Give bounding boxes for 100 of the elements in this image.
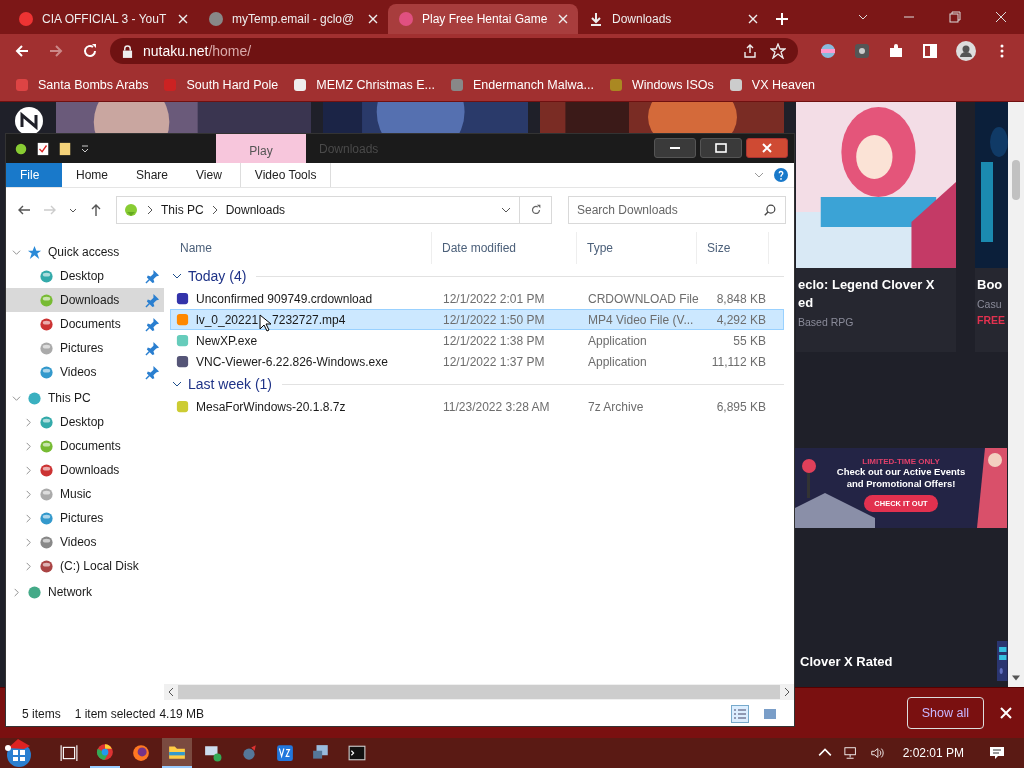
scroll-left-icon[interactable]	[168, 687, 174, 697]
nav-item[interactable]: Network	[6, 580, 164, 604]
large-icons-view-icon[interactable]	[762, 706, 778, 722]
new-tab-icon[interactable]	[776, 13, 788, 25]
pin-icon[interactable]	[145, 292, 160, 308]
scroll-right-icon[interactable]	[784, 687, 790, 697]
browser-tab[interactable]: Downloads	[578, 4, 768, 34]
site-icon	[208, 11, 224, 27]
help-icon[interactable]	[774, 168, 788, 182]
nav-item[interactable]: Desktop	[6, 264, 164, 288]
chevron-down-icon[interactable]	[499, 205, 513, 215]
clock[interactable]: 2:02:01 PM	[902, 746, 964, 760]
search-box[interactable]: Search Downloads	[568, 196, 786, 224]
close-icon[interactable]	[748, 14, 758, 24]
ribbon-tab[interactable]: View	[182, 163, 236, 187]
column-header[interactable]: Type	[577, 232, 697, 264]
ribbon-tab[interactable]: Video Tools	[239, 163, 332, 187]
taskbar-app[interactable]	[162, 738, 192, 768]
site-icon	[398, 11, 414, 27]
file-row[interactable]: VNC-Viewer-6.22.826-Windows.exe 12/1/2022 1:37 PM Application 11,112 KB	[170, 351, 784, 372]
bookmark[interactable]: Santa Bombs Arabs	[14, 76, 149, 93]
address-field[interactable]: This PC Downloads	[116, 196, 520, 224]
browser-tab[interactable]: myTemp.email - gclo@	[198, 4, 388, 34]
game-title[interactable]: ed	[798, 294, 952, 312]
column-header[interactable]: Date modified	[432, 232, 577, 264]
bookmark[interactable]: South Hard Pole	[162, 76, 279, 93]
pin-icon[interactable]	[145, 340, 160, 356]
nav-item[interactable]: Downloads	[6, 288, 164, 312]
file-name: Unconfirmed 909749.crdownload	[196, 291, 373, 306]
bookmark-icon	[292, 76, 309, 93]
game-title[interactable]: Clover X Rated	[800, 653, 893, 669]
game-card[interactable]: eclo: Legend Clover X ed Based RPG	[796, 102, 956, 352]
size-cell-text: 8,848 KB	[715, 291, 767, 306]
bookmark[interactable]: MEMZ Christmas E...	[292, 76, 435, 93]
ribbon-tab[interactable]: File	[6, 163, 62, 187]
nav-item[interactable]: Documents	[6, 434, 164, 458]
file-row[interactable]: lv_0_20221 7232727.mp4 12/1/2022 1:50 PM MP4 Video File (V... 4,292 KB	[170, 309, 784, 330]
browser-tab[interactable]: CIA OFFICIAL 3 - YouT	[8, 4, 198, 34]
nav-item[interactable]: Documents	[6, 312, 164, 336]
bookmark[interactable]: VX Heaven	[727, 76, 816, 93]
dropdown-icon[interactable]	[80, 143, 90, 154]
new-folder-icon[interactable]	[58, 141, 72, 156]
refresh-button[interactable]	[520, 196, 552, 224]
address-bar[interactable]: nutaku.net/home/	[110, 38, 798, 64]
nav-item[interactable]: (C:) Local Disk	[6, 554, 164, 578]
nav-item[interactable]: Pictures	[6, 506, 164, 530]
scroll-thumb[interactable]	[1012, 160, 1020, 200]
group-header[interactable]: Last week (1)	[188, 376, 273, 392]
bookmark[interactable]: Endermanch Malwa...	[449, 76, 594, 93]
ribbon-tab[interactable]: Home	[62, 163, 122, 187]
bookmark-icon	[14, 76, 30, 93]
browser-tab[interactable]: Play Free Hentai Game	[388, 4, 578, 34]
column-header[interactable]: Size	[697, 232, 769, 264]
group-header[interactable]: Today (4)	[188, 268, 247, 284]
file-row[interactable]: Unconfirmed 909749.crdownload 12/1/2022 2:01 PM CRDOWNLOAD File 8,848 KB	[170, 288, 784, 309]
download-icon	[588, 11, 604, 27]
file-row[interactable]: MesaForWindows-20.1.8.7z 11/23/2022 3:28 AM 7z Archive 6,895 KB	[170, 396, 784, 417]
chevron-right-icon	[147, 205, 153, 215]
nav-item[interactable]: Desktop	[6, 410, 164, 434]
file-row[interactable]: NewXP.exe 12/1/2022 1:38 PM Application 55 KB	[170, 330, 784, 351]
nav-item[interactable]: This PC	[6, 386, 164, 410]
close-icon[interactable]	[558, 14, 568, 24]
size-cell-text: 55 KB	[732, 333, 767, 348]
start-orb-icon[interactable]	[4, 738, 34, 768]
close-icon	[761, 142, 773, 154]
pin-icon[interactable]	[145, 268, 160, 284]
close-icon[interactable]	[368, 14, 378, 24]
file-name: 7232727.mp4	[272, 312, 346, 327]
search-icon	[763, 203, 777, 217]
bookmark[interactable]: Windows ISOs	[607, 76, 714, 93]
banner-kicker: LIMITED-TIME ONLY	[862, 457, 940, 466]
game-genre: Casu	[977, 298, 1003, 310]
nav-item[interactable]: Videos	[6, 530, 164, 554]
chevron-down-icon[interactable]	[172, 271, 182, 281]
pin-icon[interactable]	[145, 364, 160, 380]
close-icon[interactable]	[178, 14, 188, 24]
nav-item[interactable]: Videos	[6, 360, 164, 384]
date-cell-text: 12/1/2022 1:37 PM	[442, 354, 546, 369]
breadcrumb[interactable]: Downloads	[225, 203, 286, 217]
nav-item[interactable]: Downloads	[6, 458, 164, 482]
game-card[interactable]: Boo Casu FREE	[975, 102, 1008, 352]
breadcrumb[interactable]: This PC	[161, 203, 204, 217]
scroll-down-icon[interactable]	[1012, 675, 1020, 681]
horizontal-scrollbar[interactable]	[164, 684, 794, 700]
close-button[interactable]	[746, 138, 788, 158]
ribbon-tab[interactable]: Share	[122, 163, 183, 187]
game-title[interactable]: eclo: Legend Clover X	[798, 276, 952, 294]
scrollbar[interactable]	[1008, 102, 1024, 687]
nav-item[interactable]: Quick access	[6, 240, 164, 264]
minimize-icon	[669, 147, 681, 149]
chevron-down-icon[interactable]	[172, 379, 182, 389]
pin-icon[interactable]	[145, 316, 160, 332]
minimize-button[interactable]	[654, 138, 696, 158]
column-header[interactable]: Name	[170, 232, 432, 264]
show-all-button[interactable]: Show all	[906, 697, 984, 729]
nav-item[interactable]: Music	[6, 482, 164, 506]
nav-item[interactable]: Pictures	[6, 336, 164, 360]
maximize-button[interactable]	[700, 138, 742, 158]
properties-icon[interactable]	[36, 141, 50, 156]
game-title[interactable]: Boo	[977, 276, 1007, 294]
